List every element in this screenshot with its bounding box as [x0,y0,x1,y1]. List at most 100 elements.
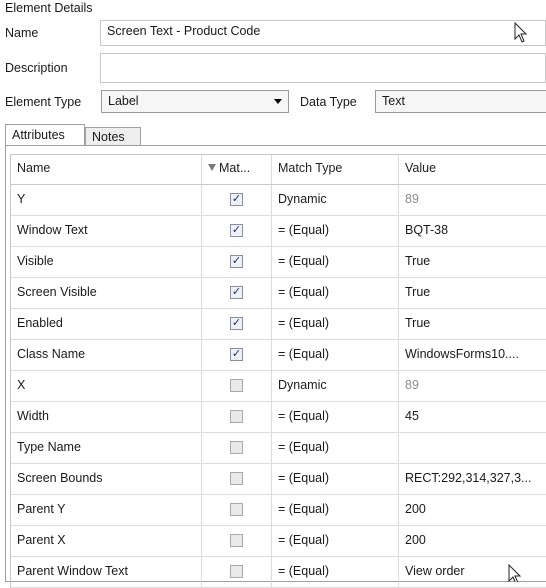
match-checkbox[interactable]: ✓ [230,348,243,361]
match-checkbox[interactable]: ✓ [230,534,243,547]
value-cell[interactable]: WindowsForms10.... [399,340,546,370]
attribute-name-cell: Enabled [11,309,202,339]
match-cell: ✓ [202,464,272,494]
attribute-name-cell: Parent Window Text [11,557,202,587]
attributes-grid: Name Mat... Match Type Value Y ✓ Dynamic 89… [10,154,546,588]
match-type-cell[interactable]: = (Equal) [272,557,399,587]
match-cell: ✓ [202,185,272,215]
mouse-pointer-icon [514,22,528,43]
description-label: Description [5,61,68,75]
value-cell[interactable]: RECT:292,314,327,3... [399,464,546,494]
value-cell[interactable]: 200 [399,495,546,525]
match-cell: ✓ [202,216,272,246]
table-row[interactable]: Width ✓ = (Equal)45 [11,402,546,433]
name-field-value: Screen Text - Product Code [107,24,261,38]
column-header-match[interactable]: Mat... [202,155,272,184]
match-cell: ✓ [202,495,272,525]
match-cell: ✓ [202,340,272,370]
match-cell: ✓ [202,402,272,432]
name-field[interactable]: Screen Text - Product Code [100,20,546,46]
match-checkbox[interactable]: ✓ [230,503,243,516]
match-checkbox[interactable]: ✓ [230,410,243,423]
match-type-cell[interactable]: = (Equal) [272,495,399,525]
match-cell: ✓ [202,557,272,587]
table-row[interactable]: Window Text ✓ = (Equal) BQT-38 [11,216,546,247]
match-cell: ✓ [202,433,272,463]
value-cell[interactable] [399,433,546,463]
match-checkbox[interactable]: ✓ [230,286,243,299]
value-cell[interactable]: 200 [399,526,546,556]
match-type-cell[interactable]: = (Equal) [272,309,399,339]
table-row[interactable]: Type Name ✓ = (Equal) [11,433,546,464]
table-row[interactable]: Screen Bounds ✓ = (Equal)RECT:292,314,327,… [11,464,546,495]
match-checkbox[interactable]: ✓ [230,472,243,485]
column-header-match-type[interactable]: Match Type [272,155,399,184]
element-type-select[interactable]: Label [101,90,289,113]
match-cell: ✓ [202,247,272,277]
table-row[interactable]: Parent X ✓ = (Equal)200 [11,526,546,557]
tab-attributes[interactable]: Attributes [5,124,85,146]
match-type-cell[interactable]: = (Equal) [272,464,399,494]
table-row[interactable]: Parent Y ✓ = (Equal)200 [11,495,546,526]
match-cell: ✓ [202,526,272,556]
match-type-cell[interactable]: Dynamic [272,371,399,401]
value-cell[interactable]: View order [399,557,546,587]
chevron-down-icon [274,99,282,104]
grid-header: Name Mat... Match Type Value [11,155,546,185]
value-cell[interactable]: BQT-38 [399,216,546,246]
match-type-cell[interactable]: = (Equal) [272,402,399,432]
match-checkbox[interactable]: ✓ [230,255,243,268]
value-cell[interactable]: 89 [399,185,546,215]
match-cell: ✓ [202,309,272,339]
match-cell: ✓ [202,278,272,308]
filter-icon[interactable] [208,164,216,171]
attribute-name-cell: Class Name [11,340,202,370]
tab-notes[interactable]: Notes [85,127,141,146]
match-type-cell[interactable]: Dynamic [272,185,399,215]
table-row[interactable]: Parent Window Text ✓ = (Equal)View order [11,557,546,588]
match-type-cell[interactable]: = (Equal) [272,278,399,308]
element-type-value: Label [108,94,139,108]
column-header-name[interactable]: Name [11,155,202,184]
value-cell[interactable]: True [399,309,546,339]
match-type-cell[interactable]: = (Equal) [272,526,399,556]
data-type-select[interactable]: Text [375,90,546,113]
attribute-name-cell: Parent Y [11,495,202,525]
match-checkbox[interactable]: ✓ [230,565,243,578]
data-type-value: Text [382,94,405,108]
table-row[interactable]: Y ✓ Dynamic 89 [11,185,546,216]
match-checkbox[interactable]: ✓ [230,224,243,237]
match-type-cell[interactable]: = (Equal) [272,247,399,277]
column-header-match-label: Mat... [219,161,251,175]
mouse-pointer-icon [508,564,522,582]
description-field[interactable] [100,53,546,83]
attribute-name-cell: Type Name [11,433,202,463]
match-checkbox[interactable]: ✓ [230,441,243,454]
attribute-name-cell: Parent X [11,526,202,556]
value-cell[interactable]: True [399,278,546,308]
value-cell[interactable]: 89 [399,371,546,401]
match-checkbox[interactable]: ✓ [230,379,243,392]
attribute-name-cell: Visible [11,247,202,277]
attribute-name-cell: Window Text [11,216,202,246]
value-cell[interactable]: 45 [399,402,546,432]
attribute-name-cell: Y [11,185,202,215]
table-row[interactable]: Visible ✓ = (Equal) True [11,247,546,278]
match-type-cell[interactable]: = (Equal) [272,433,399,463]
attribute-name-cell: Screen Visible [11,278,202,308]
attribute-name-cell: X [11,371,202,401]
table-row[interactable]: Enabled ✓ = (Equal) True [11,309,546,340]
match-cell: ✓ [202,371,272,401]
match-type-cell[interactable]: = (Equal) [272,340,399,370]
match-checkbox[interactable]: ✓ [230,193,243,206]
element-type-label: Element Type [5,95,82,109]
table-row[interactable]: Class Name ✓ = (Equal) WindowsForms10.... [11,340,546,371]
table-row[interactable]: Screen Visible ✓ = (Equal) True [11,278,546,309]
data-type-label: Data Type [300,95,357,109]
table-row[interactable]: X ✓ Dynamic89 [11,371,546,402]
match-checkbox[interactable]: ✓ [230,317,243,330]
column-header-value[interactable]: Value [399,155,546,184]
element-details-title: Element Details [5,1,93,15]
value-cell[interactable]: True [399,247,546,277]
match-type-cell[interactable]: = (Equal) [272,216,399,246]
